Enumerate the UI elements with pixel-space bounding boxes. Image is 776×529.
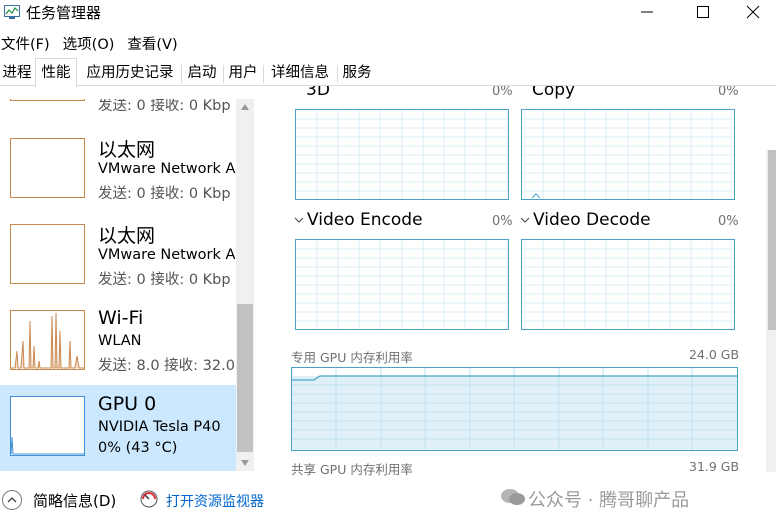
wechat-icon (501, 489, 525, 505)
tab-users[interactable]: 用户 (224, 61, 262, 86)
engine-pct-video-encode: 0% (492, 214, 513, 229)
device-stat: 发送: 0 接收: 0 Kbp (98, 186, 231, 202)
device-stat: 发送: 0 接收: 0 Kbp (98, 272, 231, 288)
dedicated-memory-label: 专用 GPU 内存利用率 (291, 350, 413, 365)
device-name: Wi-Fi (98, 307, 144, 329)
tab-performance[interactable]: 性能 (35, 58, 77, 87)
device-item-network-partial[interactable]: 发送: 0 接收: 0 Kbp (0, 99, 236, 115)
footer-bar: 简略信息(D) 打开资源监视器 公众号 · 腾哥聊产品 (0, 483, 776, 529)
device-list-scrollbar[interactable] (236, 99, 254, 471)
engine-graph-3d (295, 109, 509, 200)
tab-startup[interactable]: 启动 (182, 61, 222, 86)
engine-label-video-encode[interactable]: Video Encode (307, 210, 423, 230)
grid-lines (296, 110, 508, 199)
detail-panel-scroll-thumb[interactable] (768, 150, 776, 330)
task-manager-icon (4, 5, 20, 19)
engine-label-copy: Copy (532, 86, 576, 100)
engine-graph-video-encode (295, 239, 509, 330)
grid-lines (296, 240, 508, 329)
menu-options[interactable]: 选项(O) (63, 31, 115, 55)
scroll-up-icon (241, 104, 249, 110)
detail-panel-scrollbar[interactable] (766, 150, 776, 472)
tab-processes[interactable]: 进程 (0, 61, 34, 86)
tab-app-history[interactable]: 应用历史记录 (80, 61, 180, 86)
menu-file[interactable]: 文件(F) (1, 31, 50, 55)
engine-pct-3d: 0% (492, 86, 513, 99)
device-subtitle: VMware Network A (98, 247, 236, 263)
network-thumbnail (10, 224, 85, 284)
device-subtitle: VMware Network A (98, 161, 236, 177)
device-item-ethernet-2[interactable]: 以太网 VMware Network A 发送: 0 接收: 0 Kbp (0, 213, 236, 299)
menu-view[interactable]: 查看(V) (127, 31, 177, 55)
window-title: 任务管理器 (26, 4, 102, 22)
device-item-gpu0[interactable]: GPU 0 NVIDIA Tesla P40 0% (43 °C) (0, 385, 236, 471)
dedicated-memory-plot (292, 368, 737, 450)
title-bar: 任务管理器 (0, 0, 776, 28)
device-stat: 0% (43 °C) (98, 440, 178, 456)
network-thumbnail (10, 138, 85, 198)
engine-label-3d: 3D (306, 86, 330, 100)
network-thumbnail (10, 99, 85, 101)
open-resource-monitor-link[interactable]: 打开资源监视器 (166, 491, 264, 511)
chevron-down-icon[interactable] (520, 216, 530, 224)
device-subtitle: NVIDIA Tesla P40 (98, 419, 221, 435)
device-stat: 发送: 8.0 接收: 32.0 (98, 358, 235, 374)
device-subtitle: WLAN (98, 333, 142, 349)
maximize-button[interactable] (680, 0, 726, 26)
dedicated-memory-value: 24.0 GB (689, 347, 740, 362)
device-stat: 发送: 0 接收: 0 Kbp (98, 99, 231, 114)
gpu-thumbnail (10, 396, 85, 456)
minimize-button[interactable] (624, 0, 670, 26)
chevron-up-icon[interactable] (2, 490, 22, 510)
gpu-activity-graph (10, 436, 84, 455)
copy-activity-line (531, 193, 541, 199)
fewer-details-button[interactable]: 简略信息(D) (33, 490, 116, 511)
engine-graph-copy (521, 109, 735, 200)
wifi-thumbnail (10, 310, 85, 370)
resource-monitor-icon (140, 490, 158, 508)
close-button[interactable] (730, 0, 776, 26)
watermark-text: 公众号 · 腾哥聊产品 (528, 490, 690, 511)
menu-bar: 文件(F) 选项(O) 查看(V) (0, 31, 776, 55)
shared-memory-label: 共享 GPU 内存利用率 (291, 462, 413, 476)
engine-pct-copy: 0% (718, 86, 739, 99)
device-list: 发送: 0 接收: 0 Kbp 以太网 VMware Network A 发送:… (0, 99, 236, 471)
engine-pct-video-decode: 0% (718, 214, 739, 229)
device-name: GPU 0 (98, 393, 157, 415)
minimize-icon (641, 11, 653, 13)
engine-graph-video-decode (521, 239, 735, 330)
tab-services[interactable]: 服务 (338, 61, 376, 86)
dedicated-memory-graph (291, 367, 738, 451)
shared-memory-value: 31.9 GB (689, 459, 740, 474)
close-icon (746, 5, 760, 19)
tab-details[interactable]: 详细信息 (264, 61, 336, 86)
engine-label-video-decode[interactable]: Video Decode (533, 210, 651, 230)
scroll-down-icon (241, 460, 249, 466)
device-item-ethernet-1[interactable]: 以太网 VMware Network A 发送: 0 接收: 0 Kbp (0, 127, 236, 213)
tab-strip: 进程 性能 应用历史记录 启动 用户 详细信息 服务 (0, 58, 776, 87)
gpu-detail-panel: 3D 0% Copy 0% Video Encode 0% Video Deco… (256, 86, 776, 476)
maximize-icon (697, 6, 709, 18)
chevron-down-icon[interactable] (294, 216, 304, 224)
grid-lines (522, 240, 734, 329)
device-list-scroll-thumb[interactable] (237, 304, 253, 452)
device-name: 以太网 (98, 225, 156, 247)
device-item-wifi[interactable]: Wi-Fi WLAN 发送: 8.0 接收: 32.0 (0, 299, 236, 385)
device-name: 以太网 (98, 139, 156, 161)
wifi-activity-graph (11, 312, 84, 369)
grid-lines (522, 110, 734, 199)
